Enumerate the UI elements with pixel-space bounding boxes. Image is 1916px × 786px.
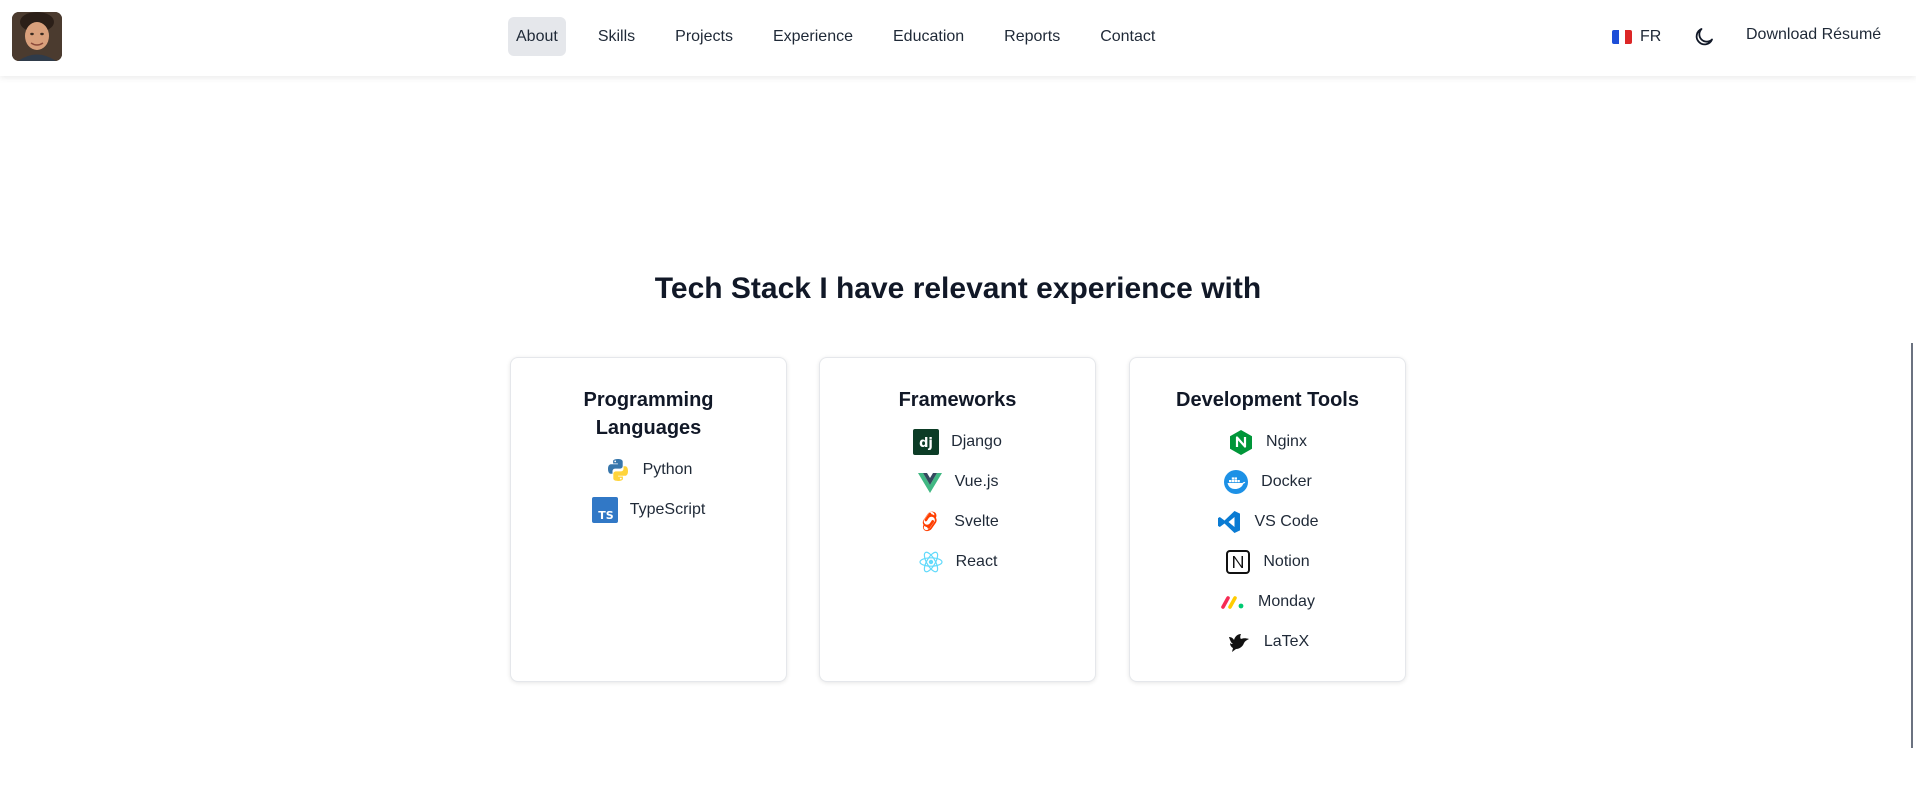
list-item: Notion <box>1225 542 1310 582</box>
nav-experience[interactable]: Experience <box>765 17 861 56</box>
list-item: LaTeX <box>1226 622 1309 662</box>
item-label: Svelte <box>954 513 999 530</box>
list-item: Monday <box>1220 582 1315 622</box>
typescript-icon: TS <box>591 497 618 523</box>
svg-text:dj: dj <box>919 436 933 451</box>
download-resume-button[interactable]: Download Résumé <box>1746 26 1881 44</box>
nav-skills[interactable]: Skills <box>590 17 643 56</box>
item-list: dj Django Vue.js Svelte React <box>820 422 1095 582</box>
svg-text:TS: TS <box>598 509 614 522</box>
list-item: VS Code <box>1216 502 1319 542</box>
card-title: Frameworks <box>898 389 1017 411</box>
item-label: VS Code <box>1254 513 1319 530</box>
nav-education[interactable]: Education <box>885 17 972 56</box>
notion-icon <box>1225 549 1251 575</box>
nav-about[interactable]: About <box>508 17 566 56</box>
vscode-icon <box>1216 509 1242 535</box>
item-list: Nginx Docker VS Code Notion Monday LaTeX <box>1130 422 1405 662</box>
moon-icon[interactable] <box>1692 25 1716 49</box>
nav-projects[interactable]: Projects <box>667 17 741 56</box>
vuejs-icon <box>917 469 943 495</box>
section-title: Tech Stack I have relevant experience wi… <box>654 272 1262 305</box>
item-label: Docker <box>1261 473 1312 490</box>
item-label: Notion <box>1263 553 1310 570</box>
item-label: Django <box>951 433 1002 450</box>
card-title: Development Tools <box>1176 389 1359 411</box>
nav-contact[interactable]: Contact <box>1092 17 1163 56</box>
list-item: Python <box>605 450 693 490</box>
language-switcher[interactable]: FR <box>1612 26 1661 48</box>
item-label: React <box>955 553 998 570</box>
list-item: Vue.js <box>917 462 999 502</box>
list-item: TS TypeScript <box>591 490 706 530</box>
avatar[interactable] <box>12 12 62 61</box>
docker-icon <box>1223 469 1249 495</box>
top-navbar: About Skills Projects Experience Educati… <box>0 0 1916 76</box>
item-label: LaTeX <box>1263 633 1310 650</box>
item-label: Python <box>642 461 693 478</box>
item-label: Monday <box>1258 593 1315 610</box>
list-item: Docker <box>1223 462 1312 502</box>
item-list: Python TS TypeScript <box>511 450 786 530</box>
main-nav: About Skills Projects Experience Educati… <box>508 17 1187 56</box>
item-label: Nginx <box>1266 433 1307 450</box>
react-icon <box>918 549 944 575</box>
nginx-icon <box>1228 429 1254 455</box>
item-label: TypeScript <box>629 501 706 518</box>
list-item: React <box>918 542 998 582</box>
card-programming-languages: Programming Languages Python TS TypeScri… <box>510 357 787 682</box>
latex-icon <box>1226 629 1252 655</box>
language-label: FR <box>1640 28 1662 45</box>
monday-icon <box>1220 589 1246 615</box>
card-development-tools: Development Tools Nginx Docker VS Code N… <box>1129 357 1406 682</box>
list-item: dj Django <box>913 422 1002 462</box>
card-frameworks: Frameworks dj Django Vue.js Svelte React <box>819 357 1096 682</box>
france-flag-icon <box>1612 30 1632 44</box>
item-label: Vue.js <box>954 473 999 490</box>
svelte-icon <box>916 509 942 535</box>
nav-reports[interactable]: Reports <box>996 17 1068 56</box>
list-item: Svelte <box>916 502 999 542</box>
page-scrollbar[interactable] <box>1911 343 1913 748</box>
django-icon: dj <box>913 429 940 455</box>
list-item: Nginx <box>1228 422 1307 462</box>
python-icon <box>605 457 631 483</box>
card-title: Programming Languages <box>583 389 714 439</box>
